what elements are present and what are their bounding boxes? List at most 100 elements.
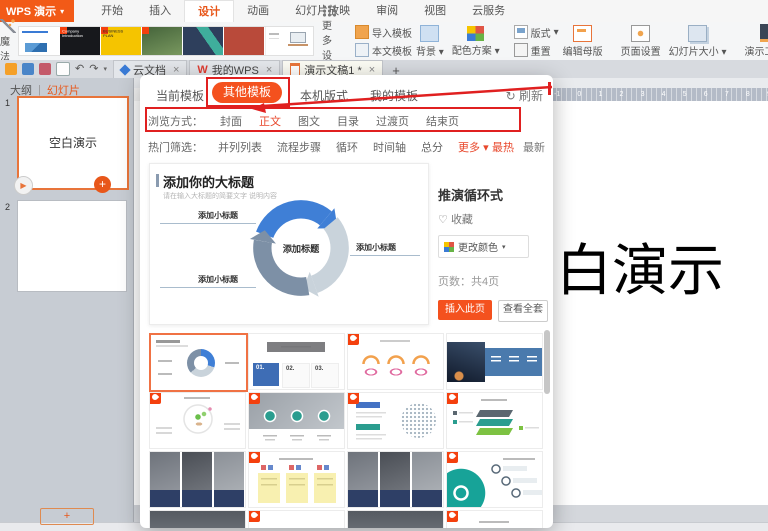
template-thumb-7[interactable] (347, 392, 444, 449)
slide-size-button[interactable]: 幻灯片大小 ▾ (669, 24, 726, 58)
dialog-scrollbar[interactable] (544, 330, 550, 394)
slide-thumbnail-2[interactable] (17, 200, 127, 292)
text-template-icon (355, 43, 369, 57)
import-template-button[interactable]: 导入模板 (355, 25, 412, 40)
toolbar-dropdown-icon[interactable]: ▾ (103, 65, 107, 73)
open-folder-icon[interactable] (5, 63, 17, 75)
design-template-6[interactable] (224, 27, 264, 55)
present-tools-button[interactable]: 演示工具 ▾ (744, 24, 768, 58)
tab-review[interactable]: 审阅 (363, 0, 411, 22)
filter-more-button[interactable]: 更多 ▾ (458, 139, 489, 155)
template-thumb-1-selected[interactable] (149, 333, 248, 392)
design-template-5[interactable] (183, 27, 223, 55)
layout-icon (513, 25, 528, 39)
leader-line (350, 255, 420, 256)
browse-label: 浏览方式： (148, 116, 203, 128)
design-template-4[interactable] (142, 27, 182, 55)
filter-timeline[interactable]: 时间轴 (373, 139, 406, 155)
color-scheme-button[interactable]: 配色方案 ▾ (452, 25, 500, 57)
chevron-down-icon: ▾ (502, 243, 506, 251)
dialog-tab-local-layout[interactable]: 本机版式 (300, 87, 348, 104)
background-button[interactable]: 背景 ▾ (416, 24, 444, 58)
sort-newest[interactable]: 最新 (523, 139, 545, 155)
edit-master-icon (573, 24, 593, 42)
tab-insert[interactable]: 插入 (136, 0, 184, 22)
edit-master-button[interactable]: 编辑母版 (563, 24, 603, 58)
magic-button[interactable]: 魔法 (0, 19, 16, 63)
color-scheme-icon (467, 25, 485, 41)
sort-hottest[interactable]: 最热 (492, 139, 514, 155)
design-template-1[interactable] (19, 27, 59, 55)
close-icon[interactable]: × (369, 64, 375, 76)
browse-ending[interactable]: 结束页 (426, 113, 459, 129)
insert-page-button[interactable]: 插入此页 (438, 300, 492, 320)
browse-cover[interactable]: 封面 (220, 113, 242, 129)
chevron-down-icon: ▾ (483, 142, 489, 154)
wps-presentation-window: WPS 演示 ▾ 开始 插入 设计 动画 幻灯片放映 审阅 视图 云服务 魔法 … (0, 0, 768, 531)
design-template-2[interactable]: Company Introduction (60, 27, 100, 55)
template-thumb-13[interactable] (149, 510, 246, 528)
template-thumb-2[interactable]: 01. 02. 03. (248, 333, 345, 390)
filter-cycle[interactable]: 循环 (336, 139, 358, 155)
tab-animation[interactable]: 动画 (234, 0, 282, 22)
filter-process-steps[interactable]: 流程步骤 (277, 139, 321, 155)
design-template-3[interactable]: BUSINESS PLAN (101, 27, 141, 55)
layout-button[interactable]: 版式 ▾ (513, 25, 559, 40)
dialog-tab-current[interactable]: 当前模板 (156, 87, 204, 104)
filter-total[interactable]: 总分 (421, 139, 443, 155)
close-icon[interactable]: × (173, 64, 179, 76)
preview-big-title: 添加你的大标题 (163, 175, 255, 190)
play-slideshow-button[interactable]: ▶ (14, 176, 33, 195)
wps-w-icon: W (197, 63, 208, 76)
horizontal-ruler: -1 0 1 2 3 4 5 6 7 8 9 (551, 88, 768, 102)
undo-icon[interactable]: ↶ (75, 63, 84, 75)
browse-pictext[interactable]: 图文 (298, 113, 320, 129)
close-icon[interactable]: × (266, 64, 272, 76)
template-thumb-15[interactable] (347, 510, 444, 528)
browse-transition[interactable]: 过渡页 (376, 113, 409, 129)
reset-icon (513, 43, 528, 57)
tab-design[interactable]: 设计 (184, 0, 235, 23)
template-thumb-6[interactable] (248, 392, 345, 449)
browse-toc[interactable]: 目录 (337, 113, 359, 129)
print-preview-icon[interactable] (56, 62, 70, 76)
new-slide-button[interactable]: + (40, 508, 94, 525)
add-slide-button[interactable]: + (94, 176, 111, 193)
view-full-set-button[interactable]: 查看全套 (498, 300, 548, 322)
template-preview[interactable]: 添加你的大标题 请在输入大标题的简要文字 说明内容 添加标题 添加小标题 添加小… (149, 163, 429, 325)
template-thumb-10[interactable] (248, 451, 345, 508)
template-thumb-4[interactable] (446, 333, 543, 390)
slide-thumbnail-1[interactable]: 空白演示 (17, 96, 129, 190)
tab-view[interactable]: 视图 (411, 0, 459, 22)
sub-label-left-bottom: 添加小标题 (198, 275, 238, 284)
template-thumb-16[interactable] (446, 510, 543, 528)
dialog-tab-other[interactable]: 其他模板 (212, 82, 282, 103)
hot-flame-badge (249, 393, 260, 404)
template-thumb-3[interactable] (347, 333, 444, 390)
template-thumb-14[interactable] (248, 510, 345, 528)
browse-body[interactable]: 正文 (259, 113, 281, 129)
page-setup-button[interactable]: 页面设置 (621, 24, 661, 58)
reset-button[interactable]: 重置 (513, 43, 559, 58)
template-thumb-12[interactable] (446, 451, 543, 508)
export-icon[interactable] (39, 63, 51, 75)
template-thumb-9[interactable] (149, 451, 246, 508)
favorite-button[interactable]: ♡ 收藏 (438, 211, 473, 227)
redo-icon[interactable]: ↷ (89, 63, 98, 75)
change-color-button[interactable]: 更改颜色 ▾ (438, 235, 529, 258)
tab-home[interactable]: 开始 (88, 0, 136, 22)
page-setup-icon (631, 24, 651, 42)
diagram-center-label: 添加标题 (283, 243, 320, 254)
design-template-card[interactable] (265, 27, 282, 55)
slide-1-number: 1 (5, 98, 11, 108)
dialog-tab-my-templates[interactable]: 我的模板 (370, 87, 418, 104)
heart-icon: ♡ (438, 214, 448, 226)
template-thumb-5[interactable] (149, 392, 246, 449)
refresh-button[interactable]: ↻ 刷新 (506, 87, 543, 104)
template-thumb-8[interactable] (446, 392, 543, 449)
save-icon[interactable] (22, 63, 34, 75)
text-template-button[interactable]: 本文模板 (355, 43, 412, 58)
filter-parallel-list[interactable]: 并列列表 (218, 139, 262, 155)
tab-cloud[interactable]: 云服务 (459, 0, 518, 22)
template-thumb-11[interactable] (347, 451, 444, 508)
